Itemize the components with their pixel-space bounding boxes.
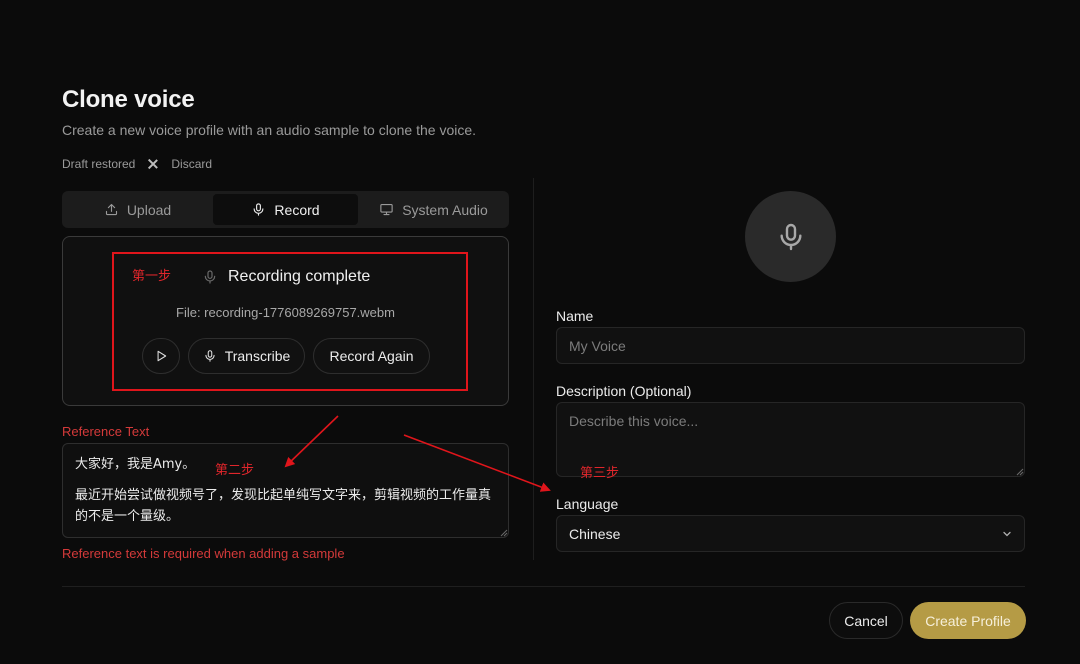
annotation-arrow-step-3	[403, 434, 551, 492]
create-profile-button[interactable]: Create Profile	[910, 602, 1026, 639]
annotation-arrows	[284, 415, 551, 492]
annotation-arrow-step-2	[284, 415, 339, 468]
cancel-button[interactable]: Cancel	[829, 602, 903, 639]
